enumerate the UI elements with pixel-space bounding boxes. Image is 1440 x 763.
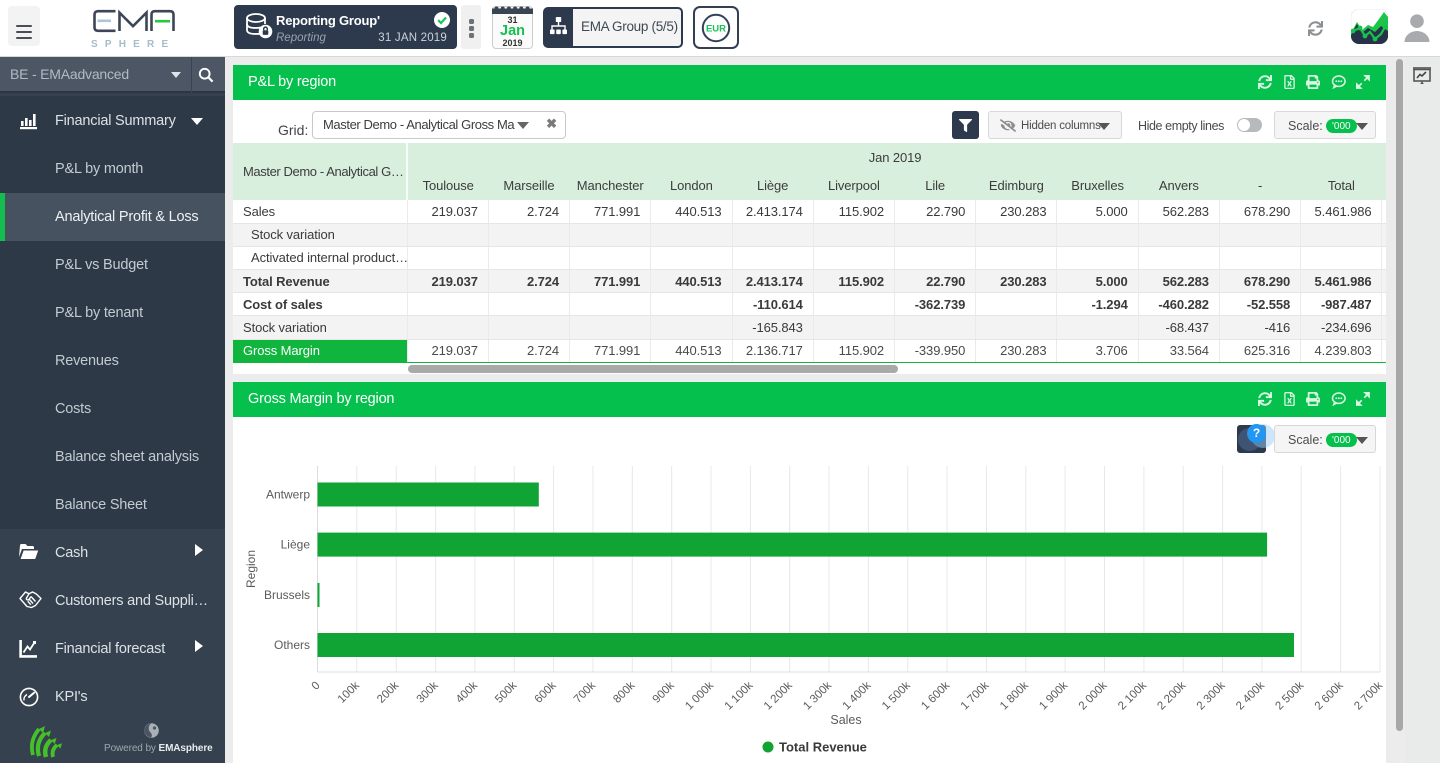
svg-text:100k: 100k <box>336 679 362 705</box>
svg-text:Liège: Liège <box>281 538 311 552</box>
svg-text:600k: 600k <box>533 679 559 705</box>
svg-text:500k: 500k <box>493 679 519 705</box>
svg-text:Others: Others <box>274 638 310 652</box>
svg-text:1 400k: 1 400k <box>841 679 874 712</box>
svg-text:300k: 300k <box>415 679 441 705</box>
svg-text:800k: 800k <box>611 679 637 705</box>
svg-text:2 700k: 2 700k <box>1352 679 1385 712</box>
svg-text:Antwerp: Antwerp <box>266 488 310 502</box>
svg-text:Sales: Sales <box>830 713 861 727</box>
svg-text:2 200k: 2 200k <box>1155 679 1188 712</box>
svg-text:2 400k: 2 400k <box>1234 679 1267 712</box>
svg-text:2 100k: 2 100k <box>1116 679 1149 712</box>
svg-text:1 500k: 1 500k <box>880 679 913 712</box>
svg-text:1 000k: 1 000k <box>683 679 716 712</box>
svg-text:2 000k: 2 000k <box>1077 679 1110 712</box>
svg-text:2 500k: 2 500k <box>1273 679 1306 712</box>
svg-text:EUR: EUR <box>706 23 726 34</box>
svg-text:1 600k: 1 600k <box>919 679 952 712</box>
svg-text:1 900k: 1 900k <box>1037 679 1070 712</box>
svg-text:1 700k: 1 700k <box>959 679 992 712</box>
svg-text:1 100k: 1 100k <box>723 679 756 712</box>
svg-text:2 300k: 2 300k <box>1195 679 1228 712</box>
svg-text:0: 0 <box>310 680 323 693</box>
svg-text:Region: Region <box>244 550 258 588</box>
svg-text:1 800k: 1 800k <box>998 679 1031 712</box>
svg-text:Total Revenue: Total Revenue <box>779 740 867 755</box>
svg-text:700k: 700k <box>572 679 598 705</box>
svg-text:900k: 900k <box>651 679 677 705</box>
svg-text:200k: 200k <box>375 679 401 705</box>
svg-text:1 300k: 1 300k <box>801 679 834 712</box>
svg-text:1 200k: 1 200k <box>762 679 795 712</box>
svg-text:2 600k: 2 600k <box>1313 679 1346 712</box>
svg-text:Brussels: Brussels <box>264 588 310 602</box>
svg-text:SPHERE: SPHERE <box>91 39 175 49</box>
svg-text:400k: 400k <box>454 679 480 705</box>
